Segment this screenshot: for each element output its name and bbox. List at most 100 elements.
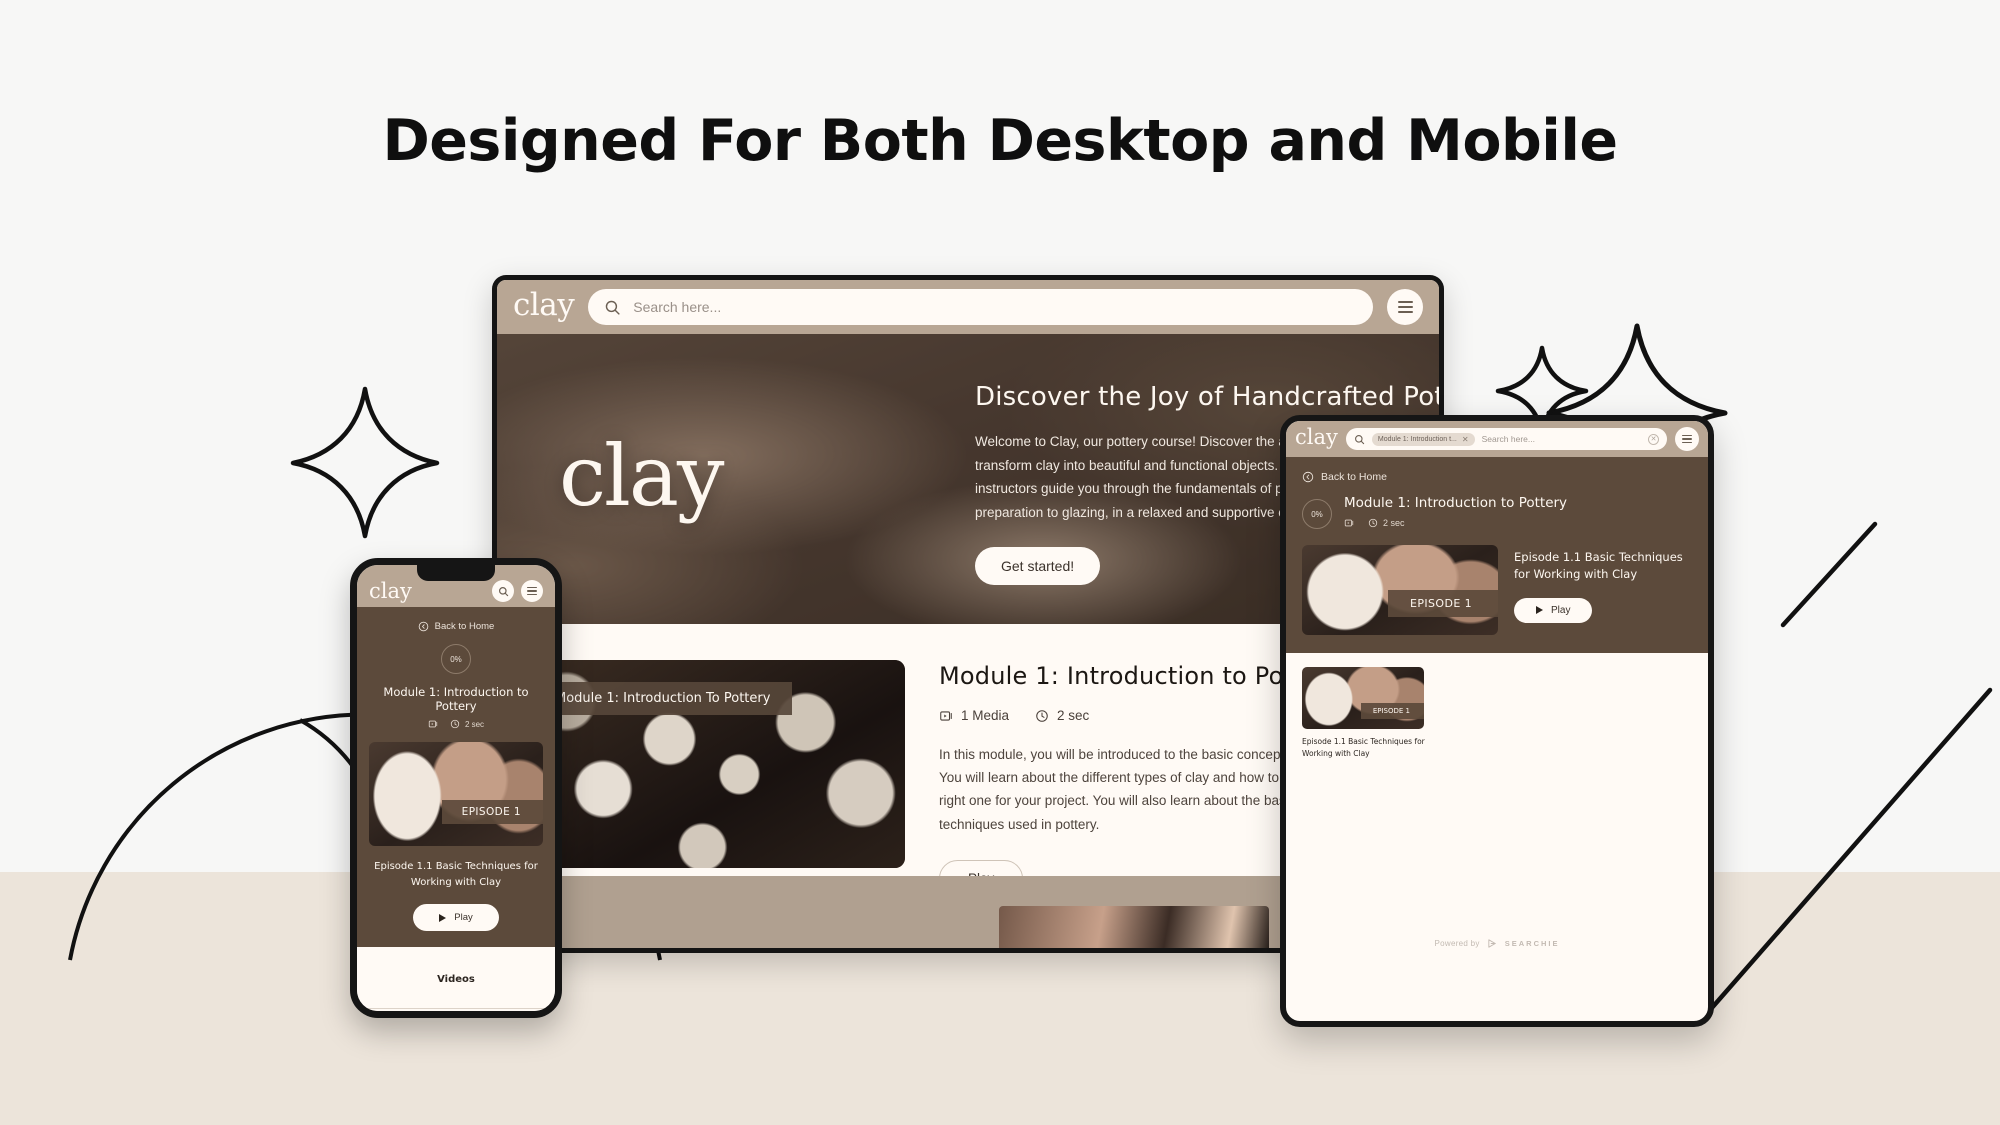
- phone-menu-button[interactable]: [521, 580, 543, 602]
- clock-icon: [1035, 709, 1049, 723]
- module-media-count-label: 1 Media: [961, 708, 1010, 723]
- tablet-list-item[interactable]: EPISODE 1 Episode 1.1 Basic Techniques f…: [1302, 667, 1692, 759]
- hamburger-icon-line: [527, 587, 537, 589]
- phone-header-actions: [492, 580, 543, 602]
- hamburger-icon-line: [1682, 438, 1692, 440]
- tablet-back-to-home[interactable]: Back to Home: [1302, 471, 1692, 483]
- desktop-search-placeholder: Search here...: [633, 299, 722, 315]
- phone-tab-divider: [357, 1008, 555, 1009]
- tablet-progress-ring: 0%: [1302, 499, 1332, 529]
- module-thumbnail[interactable]: Module 1: Introduction To Pottery: [537, 660, 905, 868]
- hamburger-icon-line: [1397, 301, 1413, 304]
- phone-episode-image: [369, 742, 543, 846]
- hamburger-icon-line: [527, 590, 537, 592]
- tablet-device: clay Module 1: Introduction t... ✕ Searc…: [1280, 415, 1714, 1027]
- tablet-back-label: Back to Home: [1321, 471, 1387, 483]
- tablet-card-thumbnail[interactable]: EPISODE 1: [1302, 667, 1424, 729]
- tablet-app-header: clay Module 1: Introduction t... ✕ Searc…: [1286, 421, 1708, 457]
- module-duration: 2 sec: [1035, 708, 1089, 723]
- tablet-module-meta: 2 sec: [1344, 518, 1692, 528]
- phone-tab-bar: Videos: [357, 947, 555, 1011]
- line-right-short: [1780, 521, 1878, 628]
- tablet-search-input[interactable]: Module 1: Introduction t... ✕ Search her…: [1345, 428, 1667, 450]
- tablet-card-image: [1302, 667, 1424, 729]
- phone-episode-title: Episode 1.1 Basic Techniques for Working…: [374, 861, 538, 888]
- page-title: Designed For Both Desktop and Mobile: [382, 108, 1618, 174]
- clear-icon[interactable]: ✕: [1648, 433, 1659, 445]
- phone-progress-ring: 0%: [441, 644, 471, 674]
- tablet-media-indicator: [1344, 518, 1354, 528]
- phone-module-meta: 2 sec: [369, 719, 543, 729]
- phone-play-label: Play: [454, 912, 473, 923]
- tablet-play-label: Play: [1551, 604, 1571, 616]
- media-icon: [939, 709, 953, 723]
- screenshot-root: Designed For Both Desktop and Mobile cla…: [0, 0, 2000, 1125]
- phone-detail-section: Back to Home 0% Module 1: Introduction t…: [357, 607, 555, 947]
- powered-by-label: Powered by: [1434, 939, 1480, 948]
- desktop-menu-button[interactable]: [1387, 289, 1423, 325]
- tablet-card-badge: EPISODE 1: [1360, 703, 1424, 719]
- tablet-search-filter-chip[interactable]: Module 1: Introduction t... ✕: [1371, 432, 1475, 446]
- desktop-search-input[interactable]: Search here...: [588, 289, 1373, 325]
- tablet-episode-row: EPISODE 1 Episode 1.1 Basic Techniques f…: [1302, 545, 1692, 635]
- tablet-duration-label: 2 sec: [1383, 518, 1405, 528]
- module-media-count: 1 Media: [939, 708, 1009, 723]
- tablet-menu-button[interactable]: [1675, 427, 1699, 451]
- search-icon: [1354, 434, 1365, 445]
- phone-media-indicator: [428, 719, 438, 729]
- tablet-chip-label: Module 1: Introduction t...: [1377, 435, 1457, 443]
- clock-icon: [450, 719, 460, 729]
- hero-brand-logo: clay: [559, 427, 724, 525]
- play-icon: [439, 913, 447, 922]
- phone-play-button[interactable]: Play: [413, 904, 499, 931]
- phone-episode-thumbnail[interactable]: EPISODE 1: [369, 742, 543, 846]
- media-icon: [428, 719, 438, 729]
- hamburger-icon-line: [1397, 306, 1413, 308]
- desktop-logo[interactable]: clay: [513, 289, 575, 325]
- searchie-logo-icon: [1487, 938, 1498, 949]
- tablet-episode-list: EPISODE 1 Episode 1.1 Basic Techniques f…: [1286, 653, 1708, 965]
- tablet-card-title: Episode 1.1 Basic Techniques for Working…: [1302, 737, 1425, 758]
- close-icon[interactable]: ✕: [1462, 435, 1469, 444]
- tablet-module-title: Module 1: Introduction to Pottery: [1344, 495, 1568, 511]
- tablet-play-button[interactable]: Play: [1514, 597, 1593, 623]
- phone-notch: [417, 565, 495, 581]
- module-duration-label: 2 sec: [1057, 708, 1090, 723]
- search-icon: [498, 586, 509, 597]
- tablet-detail-section: Back to Home 0% Module 1: Introduction t…: [1286, 457, 1708, 653]
- tablet-logo[interactable]: clay: [1295, 427, 1338, 451]
- phone-episode-badge: EPISODE 1: [441, 800, 543, 824]
- phone-tab-videos[interactable]: Videos: [357, 947, 555, 985]
- hamburger-icon-line: [527, 593, 537, 595]
- tablet-search-placeholder: Search here...: [1481, 434, 1535, 444]
- tablet-episode-title: Episode 1.1 Basic Techniques for Working…: [1514, 550, 1683, 582]
- phone-back-label: Back to Home: [434, 621, 495, 632]
- phone-duration-label: 2 sec: [464, 719, 485, 729]
- searchie-brand-label: SEARCHIE: [1504, 939, 1560, 948]
- tablet-episode-info: Episode 1.1 Basic Techniques for Working…: [1514, 545, 1692, 635]
- hamburger-icon-line: [1682, 441, 1692, 443]
- phone-search-button[interactable]: [492, 580, 514, 602]
- clock-icon: [1368, 518, 1378, 528]
- module-thumbnail-badge: Module 1: Introduction To Pottery: [537, 682, 793, 715]
- tablet-duration: 2 sec: [1368, 518, 1405, 528]
- phone-logo[interactable]: clay: [369, 580, 412, 602]
- phone-duration: 2 sec: [450, 719, 484, 729]
- play-icon: [1536, 606, 1543, 614]
- tablet-module-row: 0% Module 1: Introduction to Pottery 2 s…: [1302, 495, 1692, 529]
- tablet-episode-thumbnail[interactable]: EPISODE 1: [1302, 545, 1498, 635]
- media-icon: [1344, 518, 1354, 528]
- chevron-left-circle-icon: [1302, 471, 1314, 483]
- tablet-episode-badge: EPISODE 1: [1388, 590, 1498, 617]
- sparkle-icon-left: [290, 386, 440, 539]
- desktop-bottom-thumbnail[interactable]: [999, 906, 1269, 948]
- phone-module-title: Module 1: Introduction to Pottery: [383, 685, 529, 713]
- chevron-left-circle-icon: [418, 621, 429, 632]
- tablet-powered-by: Powered by SEARCHIE: [1286, 938, 1708, 949]
- search-icon: [604, 299, 621, 316]
- get-started-button[interactable]: Get started!: [975, 546, 1101, 585]
- phone-back-to-home[interactable]: Back to Home: [369, 621, 543, 632]
- hero-title: Discover the Joy of Handcrafted Pottery!: [975, 382, 1439, 412]
- desktop-app-header: clay Search here...: [497, 280, 1439, 334]
- hamburger-icon-line: [1397, 310, 1413, 313]
